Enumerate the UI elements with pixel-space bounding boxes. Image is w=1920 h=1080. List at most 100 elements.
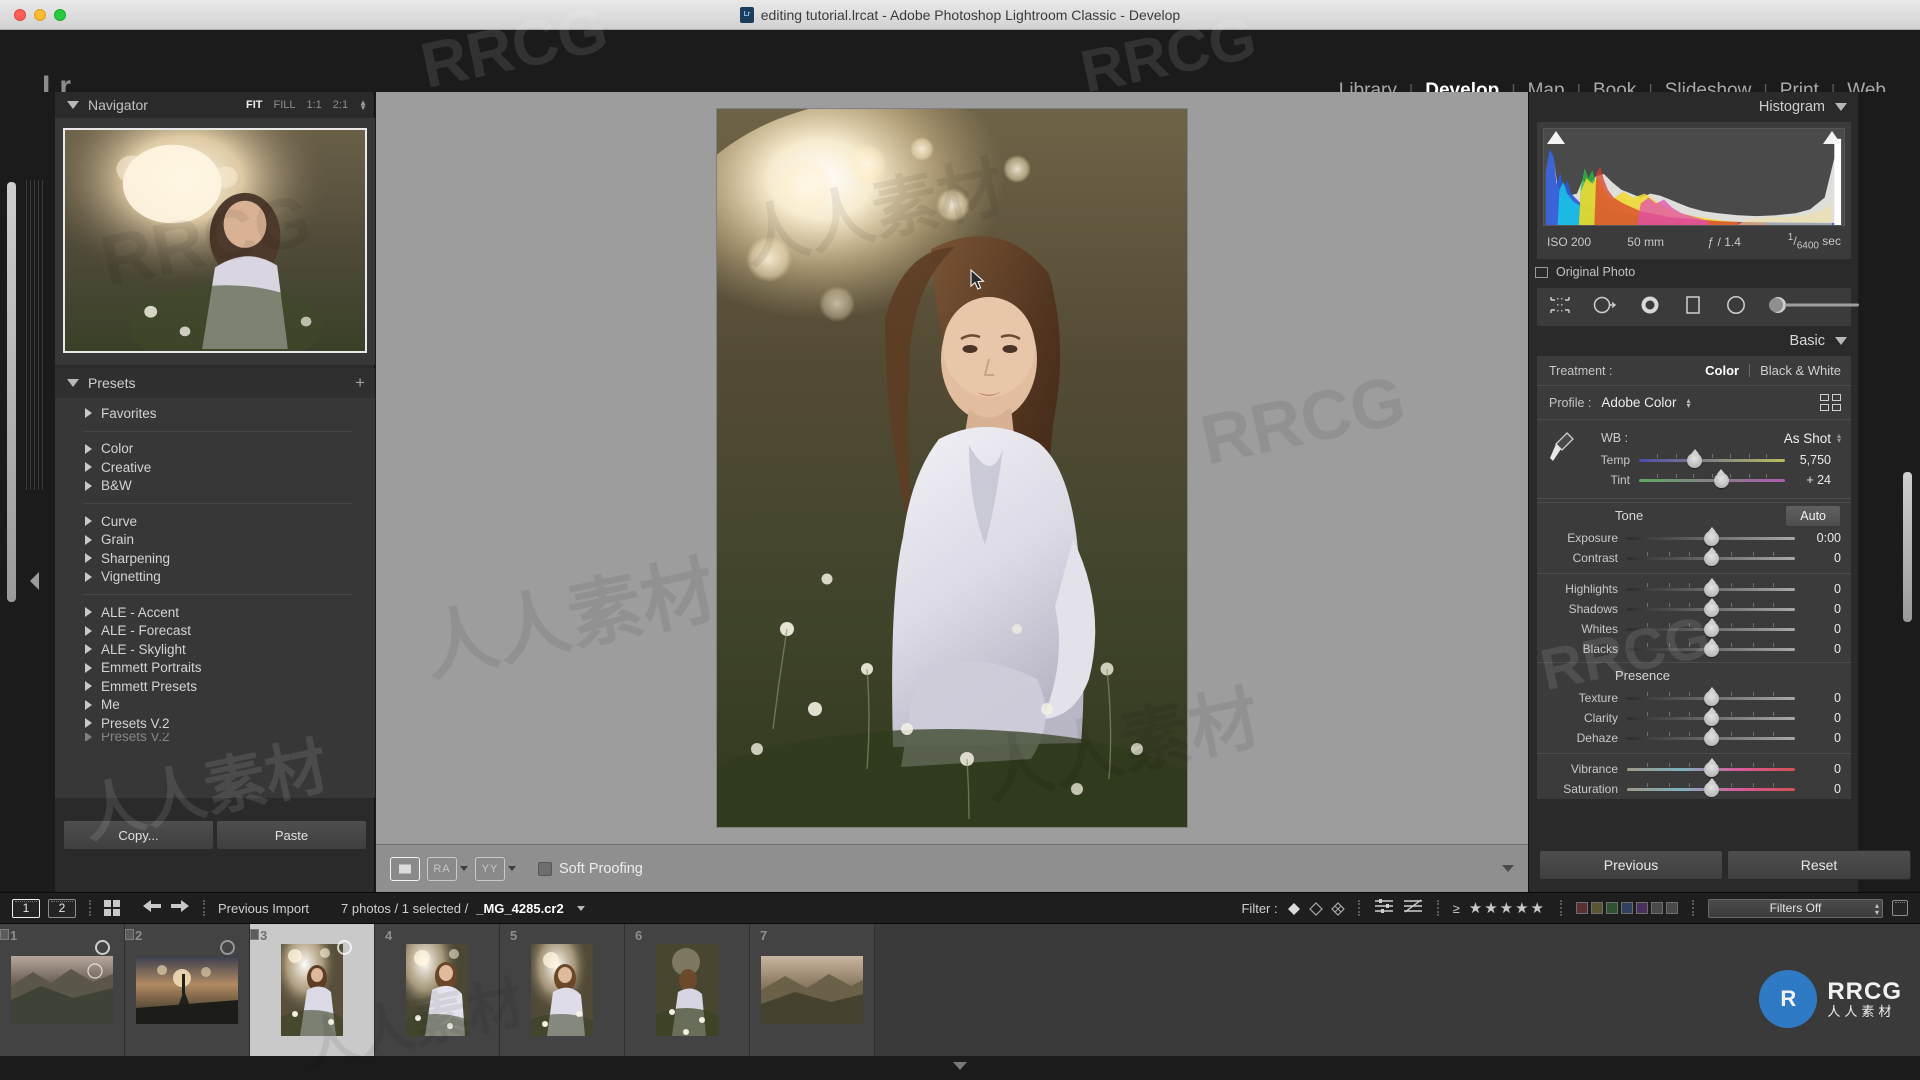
copy-button[interactable]: Copy... [63,820,214,850]
slider-value[interactable]: 0 [1795,642,1841,656]
white-balance-selector-icon[interactable] [1549,430,1575,464]
expand-triangle-icon[interactable] [85,534,92,545]
highlight-clipping-indicator[interactable] [1823,131,1841,144]
before-after-button[interactable]: RA [427,856,457,881]
graduated-filter-icon[interactable] [1683,295,1703,320]
main-photo[interactable] [717,109,1187,827]
thumbnail[interactable] [656,944,718,1036]
auto-tone-button[interactable]: Auto [1785,504,1841,527]
thumbnail[interactable] [406,944,468,1036]
filmstrip-item[interactable]: 5 [500,924,625,1056]
slider-track[interactable] [1639,449,1785,469]
slider-highlights[interactable]: Highlights 0 [1537,578,1851,599]
preset-group-creative[interactable]: Creative [55,458,375,477]
expand-triangle-icon[interactable] [85,625,92,636]
profile-value[interactable]: Adobe Color [1601,395,1676,410]
slider-value[interactable]: 0 [1795,622,1841,636]
slider-track[interactable] [1627,687,1795,707]
chevron-down-icon[interactable] [576,905,585,911]
zoom-stepper-icon[interactable]: ▲ ▼ [359,99,367,112]
filmstrip-item[interactable]: 2 [125,924,250,1056]
slider-value[interactable]: 0 [1795,582,1841,596]
slider-track[interactable] [1627,638,1795,658]
flag-unflagged-icon[interactable] [1308,901,1323,916]
minimize-button[interactable] [34,9,46,21]
color-label-yellow[interactable] [1591,902,1603,914]
color-label-filters[interactable] [1576,902,1678,914]
slider-dehaze[interactable]: Dehaze 0 [1537,727,1851,748]
expand-triangle-icon[interactable] [85,699,92,710]
image-canvas[interactable] [376,92,1528,844]
original-photo-row[interactable]: Original Photo [1529,259,1859,282]
slider-value[interactable]: 0 [1795,731,1841,745]
collapse-triangle-icon[interactable] [67,379,79,387]
sort-descending-icon[interactable] [1403,898,1423,919]
slider-track[interactable] [1627,598,1795,618]
preset-group-presets-v2[interactable]: Presets V.2 [55,714,375,733]
slider-track[interactable] [1627,727,1795,747]
preset-group-sharpening[interactable]: Sharpening [55,549,375,568]
preset-group-ale-accent[interactable]: ALE - Accent [55,603,375,622]
star-operator[interactable]: ≥ [1453,901,1460,916]
slider-track[interactable] [1627,707,1795,727]
presets-header[interactable]: Presets + [55,368,375,398]
histogram-graph[interactable] [1543,128,1845,226]
color-label-custom[interactable] [1666,902,1678,914]
maximize-button[interactable] [54,9,66,21]
radial-filter-icon[interactable] [1725,295,1747,320]
color-label-blue[interactable] [1621,902,1633,914]
zoom-1-1[interactable]: 1:1 [306,99,321,111]
expand-triangle-icon[interactable] [85,732,92,741]
slider-value[interactable]: 0 [1795,711,1841,725]
thumbnail[interactable] [761,956,863,1024]
filmstrip-item[interactable]: 7 [750,924,875,1056]
slider-value[interactable]: + 24 [1785,473,1831,487]
preset-group-emmett-presets[interactable]: Emmett Presets [55,677,375,696]
soft-proofing-checkbox[interactable] [538,861,552,876]
chevron-down-icon[interactable] [460,866,468,871]
treatment-bw-option[interactable]: Black & White [1760,363,1841,378]
zoom-fit[interactable]: FIT [246,99,263,111]
slider-value[interactable]: 0 [1795,551,1841,565]
loupe-view-icon[interactable] [390,856,420,881]
slider-track[interactable] [1627,578,1795,598]
navigator-preview-image[interactable] [63,128,367,353]
filmstrip[interactable]: 1 2 3 4 5 6 7 R RRCG 人人素材 [0,924,1920,1056]
color-label-green[interactable] [1606,902,1618,914]
back-arrow-icon[interactable] [142,899,162,918]
slider-track[interactable] [1627,778,1795,798]
original-photo-icon[interactable] [1535,266,1548,278]
preset-group-grain[interactable]: Grain [55,531,375,550]
thumbnail[interactable] [11,956,113,1024]
before-after-group[interactable]: RA [427,856,468,881]
collapse-triangle-icon[interactable] [67,101,79,109]
grid-view-icon[interactable] [104,900,120,916]
preset-group-presets-v2-clipped[interactable]: Presets V.2 [55,732,375,741]
slider-value[interactable]: 0:00 [1795,531,1841,545]
slider-tint[interactable]: Tint + 24 [1549,469,1841,490]
expand-triangle-icon[interactable] [85,718,92,729]
slider-clarity[interactable]: Clarity 0 [1537,707,1851,728]
filmstrip-item[interactable]: 4 [375,924,500,1056]
expand-triangle-icon[interactable] [85,553,92,564]
expand-triangle-icon[interactable] [85,480,92,491]
develop-tool-strip[interactable] [1537,288,1859,327]
crop-overlay-icon[interactable] [1549,295,1571,320]
star-rating-filter[interactable]: ★★★★★ [1469,899,1546,917]
zoom-2-1[interactable]: 2:1 [333,99,348,111]
close-button[interactable] [14,9,26,21]
presets-list[interactable]: Favorites Color Creative B&W Curve Grain… [55,398,375,798]
profile-browser-icon[interactable] [1820,394,1841,412]
color-label-none[interactable] [1651,902,1663,914]
slider-value[interactable]: 0 [1795,602,1841,616]
slider-shadows[interactable]: Shadows 0 [1537,598,1851,619]
slider-track[interactable] [1627,547,1795,567]
shadow-clipping-indicator[interactable] [1547,131,1565,144]
expand-triangle-icon[interactable] [85,662,92,673]
spot-removal-icon[interactable] [1593,295,1617,320]
slider-value[interactable]: 0 [1795,691,1841,705]
forward-arrow-icon[interactable] [170,899,190,918]
toolbar-options-chevron-icon[interactable] [1502,865,1514,872]
filmstrip-item[interactable]: 6 [625,924,750,1056]
expand-triangle-icon[interactable] [85,408,92,419]
